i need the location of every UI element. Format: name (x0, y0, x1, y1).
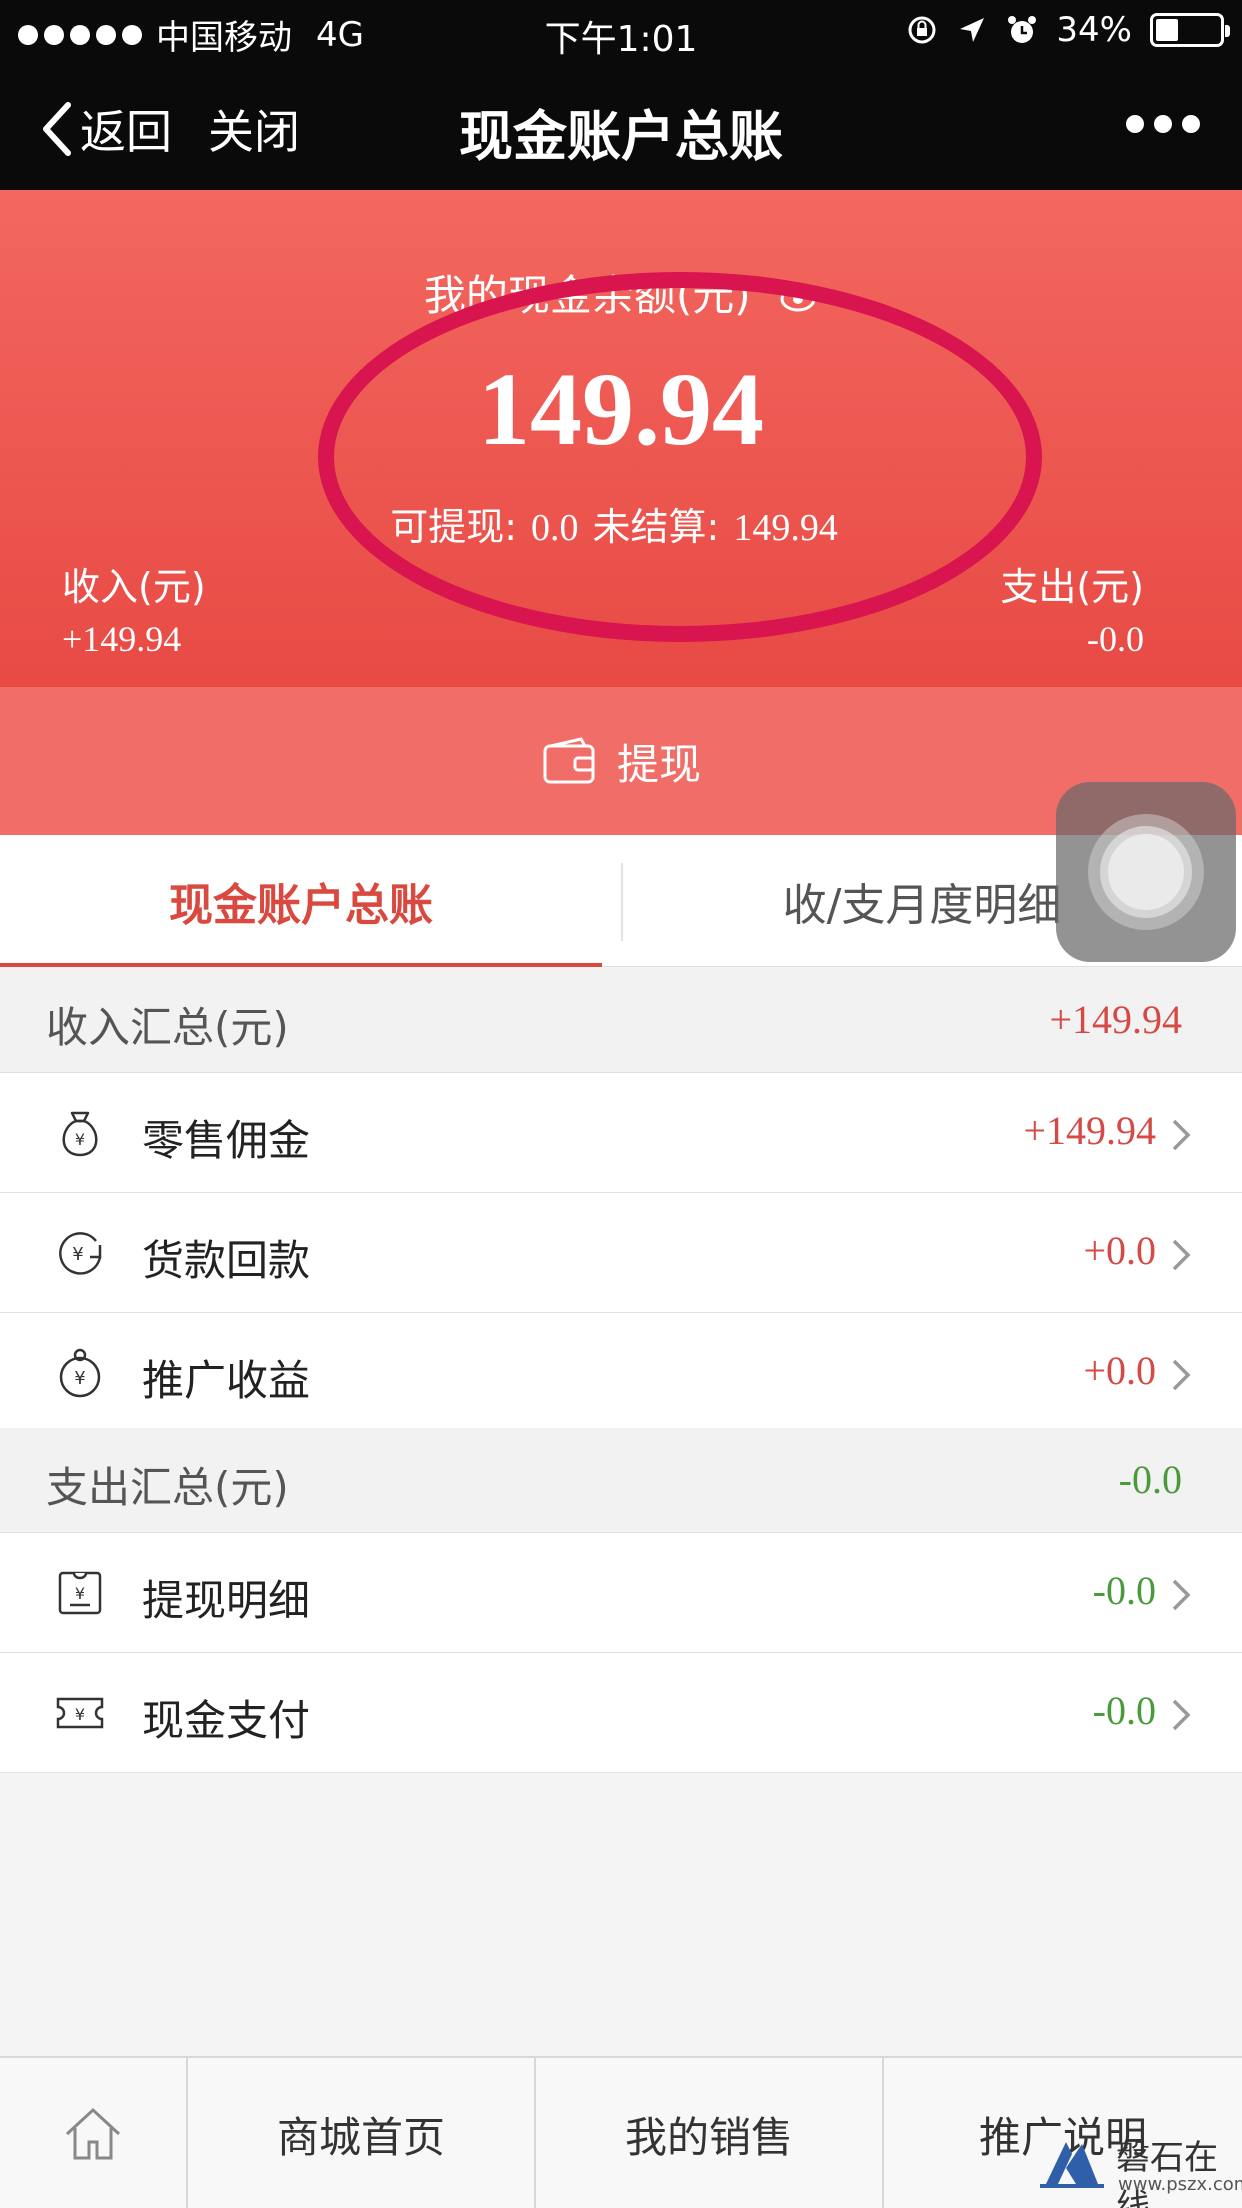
status-right: 34% (906, 10, 1230, 50)
svg-text:¥: ¥ (75, 1584, 85, 1603)
list-item-promotion-income[interactable]: ¥ 推广收益 +0.0 (0, 1313, 1242, 1433)
balance-breakdown: 可提现: 0.0 未结算: 149.94 (0, 496, 1242, 551)
item-value: -0.0 (1092, 1688, 1156, 1733)
expense-label: 支出(元) (1000, 565, 1144, 609)
tab-my-sales[interactable]: 我的销售 (534, 2058, 882, 2208)
expense-summary-total: -0.0 (1118, 1457, 1182, 1502)
item-label: 提现明细 (142, 1576, 311, 1625)
svg-text:¥: ¥ (74, 1368, 85, 1389)
status-bar: 中国移动 4G 下午1:01 34% (0, 0, 1242, 60)
list-item-cash-payment[interactable]: ¥ 现金支付 -0.0 (0, 1653, 1242, 1773)
watermark-text: 磐石在线 (1116, 2138, 1218, 2208)
svg-text:¥: ¥ (72, 1244, 83, 1265)
withdraw-label: 提现 (616, 739, 701, 789)
item-value: +0.0 (1083, 1348, 1156, 1393)
battery-icon (1150, 13, 1230, 47)
tab-ledger[interactable]: 现金账户总账 (0, 835, 602, 967)
chevron-right-icon (1172, 1119, 1191, 1151)
income-summary-total: +149.94 (1049, 997, 1182, 1042)
unsettled-label: 未结算: (592, 505, 720, 549)
assistive-touch-button[interactable] (1056, 782, 1236, 962)
item-label: 零售佣金 (142, 1116, 311, 1165)
balance-card: 我的现金余额(元) 149.94 可提现: 0.0 未结算: 149.94 收入(元)… (0, 190, 1242, 687)
page-title: 现金账户总账 (459, 105, 783, 168)
battery-percent: 34% (1056, 10, 1132, 50)
home-icon (65, 2107, 121, 2160)
unsettled-value: 149.94 (733, 507, 838, 549)
yuan-return-icon: ¥ (59, 1232, 102, 1275)
more-menu-button[interactable] (1126, 115, 1200, 133)
income-summary-header: 收入汇总(元) +149.94 (0, 968, 1242, 1073)
balance-amount: 149.94 (478, 352, 764, 467)
item-label: 推广收益 (142, 1356, 311, 1405)
nav-bar: 返回 关闭 现金账户总账 (0, 60, 1242, 190)
wallet-icon (543, 737, 595, 784)
item-label: 货款回款 (142, 1236, 311, 1285)
expense-summary-label: 支出汇总(元) (46, 1463, 289, 1512)
expense-summary-header: 支出汇总(元) -0.0 (0, 1428, 1242, 1533)
money-bag-icon: ¥ (62, 1111, 98, 1157)
yuan-bag-icon: ¥ (59, 1348, 101, 1398)
list-item-payment-return[interactable]: ¥ 货款回款 +0.0 (0, 1193, 1242, 1313)
balance-label: 我的现金余额(元) (0, 262, 1242, 323)
watermark-logo: 磐石在线 www.pszx.com (1036, 2130, 1242, 2208)
income-value: +149.94 (62, 619, 182, 659)
chevron-right-icon (1172, 1239, 1191, 1271)
item-value: +149.94 (1023, 1108, 1156, 1153)
withdrawable-label: 可提现: (390, 505, 517, 549)
home-button[interactable] (0, 2058, 186, 2208)
watermark-url: www.pszx.com (1118, 2174, 1242, 2195)
expense-value: -0.0 (1087, 619, 1144, 659)
chevron-right-icon (1172, 1699, 1191, 1731)
list-item-withdraw-detail[interactable]: ¥ 提现明细 -0.0 (0, 1533, 1242, 1653)
eye-icon[interactable] (778, 279, 818, 319)
tab-mall-home[interactable]: 商城首页 (186, 2058, 534, 2208)
income-summary-label: 收入汇总(元) (46, 1003, 289, 1052)
chevron-right-icon (1172, 1579, 1191, 1611)
alarm-icon (1008, 16, 1037, 43)
income-label: 收入(元) (62, 565, 206, 609)
item-value: +0.0 (1083, 1228, 1156, 1273)
rotation-lock-icon (908, 16, 936, 44)
ticket-icon: ¥ (56, 1697, 104, 1729)
item-label: 现金支付 (142, 1696, 311, 1745)
svg-text:¥: ¥ (75, 1705, 85, 1724)
location-arrow-icon (960, 18, 985, 42)
receipt-icon: ¥ (58, 1571, 102, 1615)
chevron-right-icon (1172, 1359, 1191, 1391)
watermark-logo-icon (1040, 2142, 1104, 2188)
item-value: -0.0 (1092, 1568, 1156, 1613)
svg-text:¥: ¥ (75, 1130, 85, 1149)
withdrawable-value: 0.0 (531, 507, 579, 549)
list-item-retail-commission[interactable]: ¥ 零售佣金 +149.94 (0, 1073, 1242, 1193)
